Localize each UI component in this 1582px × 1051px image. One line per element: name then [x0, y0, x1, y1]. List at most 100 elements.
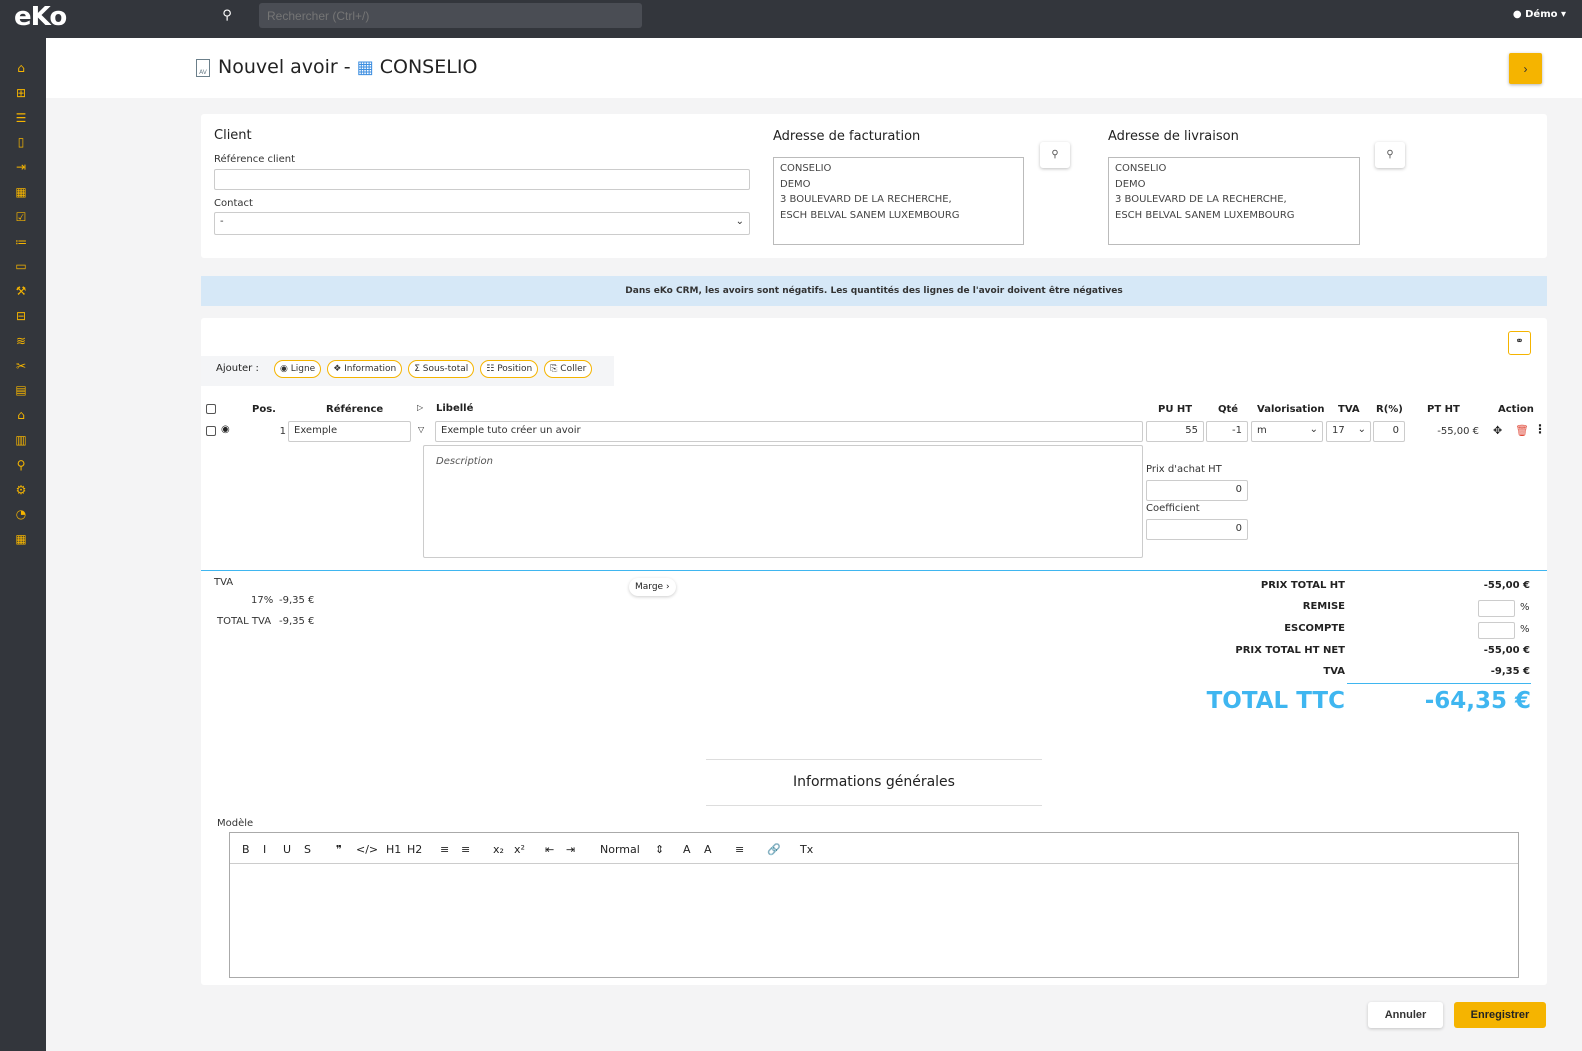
line-qte-input[interactable]: -1 [1206, 421, 1248, 442]
underline-icon[interactable]: U [283, 843, 291, 856]
tva-total-label: TVA [1323, 666, 1345, 677]
valo-value: m [1257, 425, 1267, 436]
book-icon[interactable]: ▤ [13, 382, 29, 398]
modele-label: Modèle [217, 818, 254, 829]
calendar-icon[interactable]: ▦ [13, 184, 29, 200]
home-icon[interactable]: ⌂ [13, 60, 29, 76]
divider [1347, 683, 1531, 684]
link-icon[interactable]: 🔗 [767, 843, 781, 856]
cogs-icon[interactable]: ⚙ [13, 482, 29, 498]
folder-open-icon[interactable]: ▭ [13, 258, 29, 274]
wrench-icon[interactable]: ✂ [13, 358, 29, 374]
bold-icon[interactable]: B [242, 843, 250, 856]
client-name[interactable]: CONSELIO [380, 56, 478, 78]
code-icon[interactable]: </> [356, 843, 378, 856]
h1-icon[interactable]: H1 [386, 843, 401, 856]
search-icon[interactable]: ⚲ [13, 457, 29, 473]
editor-content[interactable] [230, 864, 1518, 977]
collapse-icon[interactable]: ▽ [418, 425, 424, 434]
layers-icon[interactable]: ≋ [13, 333, 29, 349]
chevron-down-icon: ⌄ [1357, 424, 1366, 435]
align-icon[interactable]: ≡ [735, 843, 744, 856]
boxes-icon[interactable]: ⌂ [13, 407, 29, 423]
background-color-icon[interactable]: A [704, 843, 712, 856]
chart-pie-icon[interactable]: ◔ [13, 506, 29, 522]
page-title: AV Nouvel avoir - ▦ CONSELIO [196, 56, 477, 78]
superscript-icon[interactable]: x² [514, 843, 525, 856]
line-tva-select[interactable]: 17 ⌄ [1326, 421, 1371, 442]
marge-button[interactable]: Marge › [629, 578, 676, 596]
remise-label: REMISE [1302, 601, 1345, 612]
remise-input[interactable] [1478, 600, 1515, 617]
prix-total-ht-label: PRIX TOTAL HT [1260, 580, 1345, 591]
add-line-button[interactable]: ◉ Ligne [274, 360, 322, 378]
add-information-button[interactable]: ❖ Information [327, 360, 403, 378]
format-select-icon[interactable]: ⇕ [655, 843, 664, 856]
billing-address[interactable]: CONSELIO DEMO 3 BOULEVARD DE LA RECHERCHE,… [773, 157, 1024, 245]
line-pt: -55,00 € [1437, 426, 1479, 437]
line-ref-input[interactable]: Exemple [288, 421, 411, 442]
net-label: PRIX TOTAL HT NET [1235, 645, 1345, 656]
indent-icon[interactable]: ⇥ [566, 843, 575, 856]
line-r-input[interactable]: 0 [1373, 421, 1405, 442]
col-pu: PU HT [1158, 404, 1193, 415]
add-subtotal-button[interactable]: Σ Sous-total [408, 360, 475, 378]
logo[interactable]: eKo [14, 2, 67, 32]
tva-total-value: -9,35 € [1490, 666, 1530, 677]
delivery-address[interactable]: CONSELIO DEMO 3 BOULEVARD DE LA RECHERCHE,… [1108, 157, 1360, 245]
h2-icon[interactable]: H2 [407, 843, 422, 856]
calculator-icon[interactable]: ▦ [13, 531, 29, 547]
save-button[interactable]: Enregistrer [1454, 1002, 1546, 1028]
select-all-checkbox[interactable] [206, 404, 216, 414]
contact-select[interactable]: - ⌄ [214, 212, 750, 235]
subscript-icon[interactable]: x₂ [493, 843, 504, 856]
trash-icon[interactable]: 🗑 [1515, 424, 1529, 437]
strike-icon[interactable]: S [304, 843, 311, 856]
more-icon[interactable]: ⋮ [1534, 422, 1546, 436]
text-color-icon[interactable]: A [683, 843, 691, 856]
italic-icon[interactable]: I [263, 843, 266, 856]
blockquote-icon[interactable]: ❞ [336, 843, 342, 856]
coefficient-label: Coefficient [1146, 503, 1200, 514]
btn-label: Position [497, 364, 533, 374]
bullet-list-icon[interactable]: ≡ [461, 843, 470, 856]
file-export-icon[interactable]: ⇥ [13, 159, 29, 175]
paste-button[interactable]: ⎘ Coller [544, 360, 593, 378]
escompte-input[interactable] [1478, 622, 1515, 639]
address-line: DEMO [1115, 178, 1146, 190]
move-icon[interactable]: ✥ [1493, 424, 1502, 437]
file-icon[interactable]: ▯ [13, 134, 29, 150]
tasks-icon[interactable]: ≔ [13, 234, 29, 250]
next-button[interactable]: › [1509, 53, 1542, 84]
line-valo-select[interactable]: m ⌄ [1251, 421, 1323, 442]
net-value: -55,00 € [1483, 645, 1530, 656]
clear-format-icon[interactable]: Tx [800, 843, 813, 856]
cancel-button[interactable]: Annuler [1368, 1002, 1443, 1028]
format-select[interactable]: Normal [600, 843, 640, 856]
sidebar: ⌂ ⊞ ☰ ▯ ⇥ ▦ ☑ ≔ ▭ ⚒ ⊟ ≋ ✂ ▤ ⌂ ▥ ⚲ ⚙ ◔ ▦ [0, 38, 46, 1051]
add-position-button[interactable]: ☷ Position [480, 360, 539, 378]
ordered-list-icon[interactable]: ≡ [440, 843, 449, 856]
tools-icon[interactable]: ⚒ [13, 283, 29, 299]
line-libelle-input[interactable]: Exemple tuto créer un avoir [435, 421, 1143, 442]
purchase-price-input[interactable]: 0 [1146, 480, 1248, 501]
line-checkbox[interactable] [206, 426, 216, 436]
line-description[interactable]: Description [423, 445, 1143, 558]
expand-all-icon[interactable]: ▷ [417, 403, 423, 412]
chart-bar-icon[interactable]: ▥ [13, 432, 29, 448]
user-menu[interactable]: ● Démo ▾ [1513, 9, 1566, 20]
plus-square-icon[interactable]: ⊞ [13, 85, 29, 101]
ref-client-input[interactable] [214, 169, 750, 190]
delivery-search-button[interactable]: ⚲ [1375, 142, 1405, 168]
billing-search-button[interactable]: ⚲ [1040, 142, 1070, 168]
search-input[interactable] [259, 3, 642, 28]
list-icon[interactable]: ☰ [13, 110, 29, 126]
line-pu-input[interactable]: 55 [1146, 421, 1204, 442]
col-ref: Référence [326, 404, 384, 415]
sitemap-icon[interactable]: ⊟ [13, 308, 29, 324]
outdent-icon[interactable]: ⇤ [545, 843, 554, 856]
calendar-check-icon[interactable]: ☑ [13, 209, 29, 225]
lightbulb-button[interactable]: ⚭ [1508, 331, 1531, 355]
search-icon[interactable]: ⚲ [212, 3, 242, 29]
coefficient-input[interactable]: 0 [1146, 519, 1248, 540]
